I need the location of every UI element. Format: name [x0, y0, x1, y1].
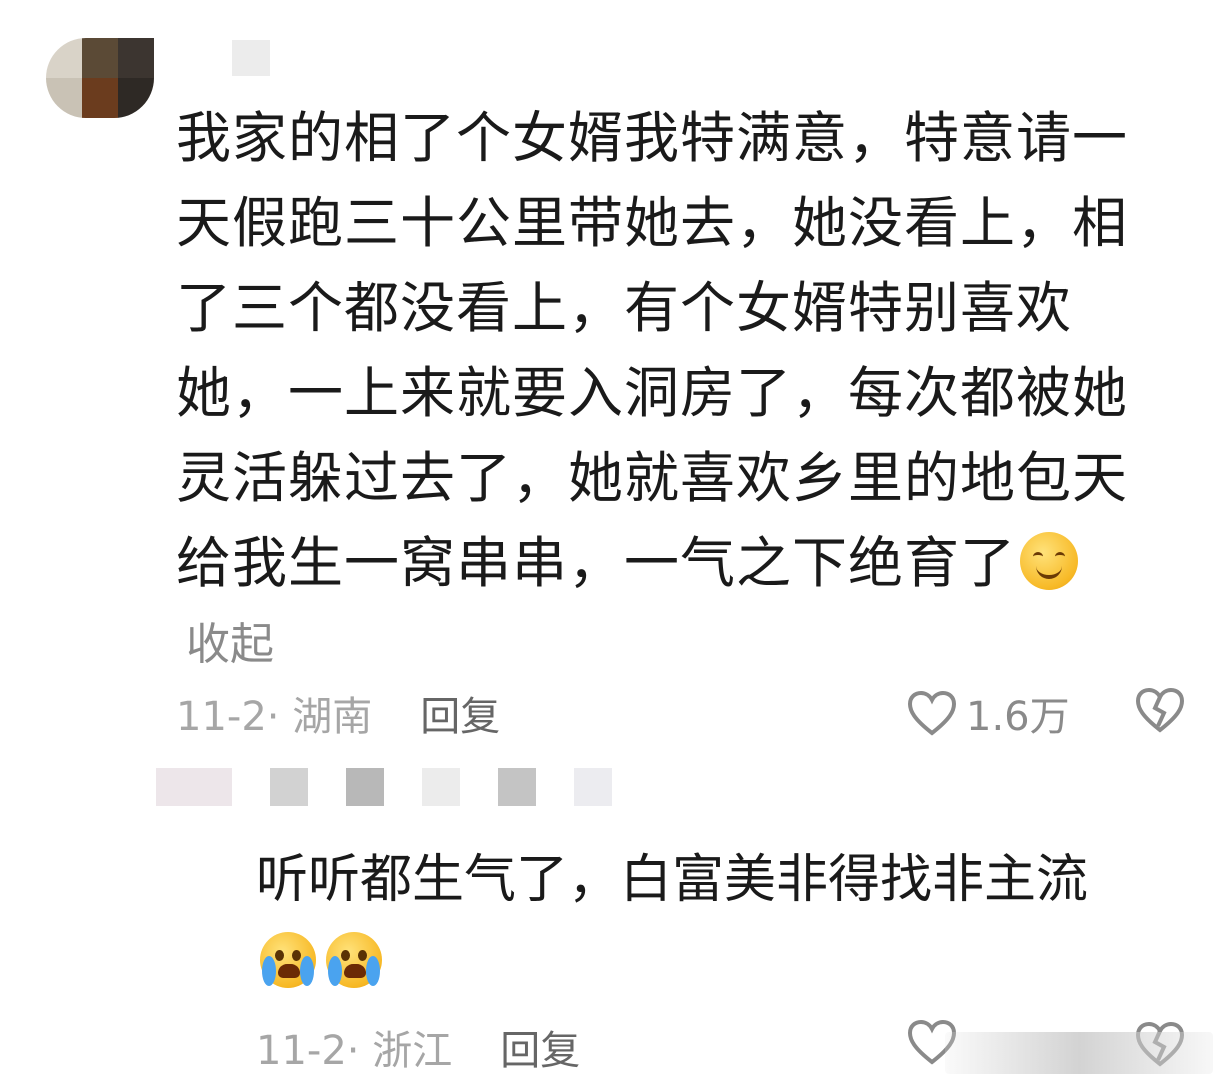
comment-line: 天假跑三十公里带她去，她没看上，相 — [176, 191, 1129, 255]
reply-body: 听听都生气了，白富美非得找非主流 — [256, 850, 1089, 910]
watermark-blurred — [945, 1032, 1213, 1074]
reply-meta: 11-2· 浙江 回复 — [256, 1018, 580, 1076]
blur-box — [574, 768, 612, 806]
blur-box — [498, 768, 536, 806]
crying-laughing-emoji-icon — [260, 932, 316, 988]
date-location: 11-2· 湖南 — [176, 694, 373, 740]
reply-username-blurred[interactable] — [156, 768, 612, 806]
blur-box — [270, 768, 308, 806]
like-button[interactable]: 1.6万 — [906, 684, 1070, 742]
blur-box — [422, 768, 460, 806]
date-location: 11-2· 浙江 — [256, 1028, 453, 1074]
comment-line: 了三个都没看上，有个女婿特别喜欢 — [176, 276, 1073, 340]
smile-emoji-icon — [1020, 532, 1079, 590]
broken-heart-icon — [1135, 687, 1185, 733]
blur-box — [346, 768, 384, 806]
comment-body: 我家的相了个女婿我特满意，特意请一 天假跑三十公里带她去，她没看上，相 了三个都… — [176, 96, 1176, 606]
blur-box — [156, 768, 232, 806]
crying-laughing-emoji-icon — [326, 932, 382, 988]
dislike-button[interactable] — [1134, 686, 1186, 734]
comment-line-text: 给我生一窝串串，一气之下绝育了 — [176, 531, 1017, 595]
comment-line: 她，一上来就要入洞房了，每次都被她 — [176, 361, 1129, 425]
like-count: 1.6万 — [966, 694, 1070, 740]
username-blurred[interactable] — [232, 40, 270, 76]
reply-button[interactable]: 回复 — [500, 1028, 580, 1074]
comment-line: 灵活躲过去了，她就喜欢乡里的地包天 — [176, 446, 1129, 510]
avatar[interactable] — [46, 38, 154, 118]
comment-line: 我家的相了个女婿我特满意，特意请一 — [176, 106, 1129, 170]
comment-line-last: 给我生一窝串串，一气之下绝育了 — [176, 521, 1176, 606]
comment-meta: 11-2· 湖南 回复 — [176, 684, 500, 742]
heart-icon — [907, 690, 957, 736]
collapse-button[interactable]: 收起 — [186, 608, 274, 672]
reply-emojis — [256, 932, 382, 988]
reply-button[interactable]: 回复 — [420, 694, 500, 740]
